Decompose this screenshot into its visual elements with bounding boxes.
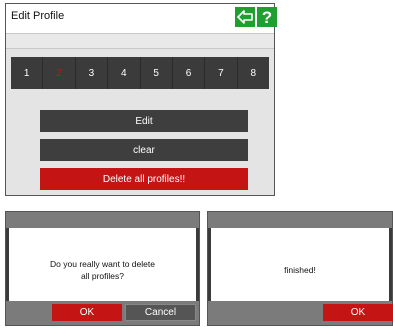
finished-message: finished! <box>284 265 316 275</box>
title-bar: Edit Profile ? <box>6 4 277 32</box>
dialog-footer: OK Cancel <box>6 301 199 325</box>
clear-button[interactable]: clear <box>40 139 248 161</box>
finished-dialog: finished! OK <box>207 211 393 326</box>
profile-panel: 1 2 3 4 5 6 7 8 Edit clear Delete all pr… <box>6 49 274 195</box>
back-arrow-glyph <box>237 10 253 24</box>
ok-button[interactable]: OK <box>52 304 122 321</box>
cancel-button[interactable]: Cancel <box>125 304 196 321</box>
dialog-header <box>6 212 199 228</box>
confirm-message-line-2: all profiles? <box>81 271 124 281</box>
dialog-header <box>208 212 392 228</box>
confirm-message: Do you really want to delete all profile… <box>9 258 196 282</box>
confirm-message-line-1: Do you really want to delete <box>50 259 155 269</box>
ok-button[interactable]: OK <box>323 304 393 321</box>
profile-slot-1[interactable]: 1 <box>11 57 44 89</box>
edit-button[interactable]: Edit <box>40 110 248 132</box>
profile-slot-5[interactable]: 5 <box>141 57 173 89</box>
profile-slot-6[interactable]: 6 <box>173 57 206 89</box>
dialog-body: finished! <box>208 228 392 301</box>
dialog-footer: OK <box>208 301 393 325</box>
delete-all-profiles-button[interactable]: Delete all profiles!! <box>40 168 248 190</box>
profile-slot-7[interactable]: 7 <box>205 57 238 89</box>
dialog-body: Do you really want to delete all profile… <box>6 228 199 301</box>
window-title: Edit Profile <box>11 10 65 22</box>
back-arrow-icon[interactable] <box>235 7 255 27</box>
profile-slot-bar: 1 2 3 4 5 6 7 8 <box>11 57 269 89</box>
help-button[interactable]: ? <box>257 7 277 27</box>
confirm-delete-dialog: Do you really want to delete all profile… <box>5 211 200 326</box>
profile-slot-2[interactable]: 2 <box>43 57 76 89</box>
profile-slot-4[interactable]: 4 <box>108 57 141 89</box>
edit-profile-window: Edit Profile ? 1 2 3 4 5 6 7 8 Edit clea… <box>5 3 277 196</box>
header-separator <box>6 33 274 49</box>
profile-slot-3[interactable]: 3 <box>76 57 109 89</box>
profile-slot-8[interactable]: 8 <box>238 57 269 89</box>
